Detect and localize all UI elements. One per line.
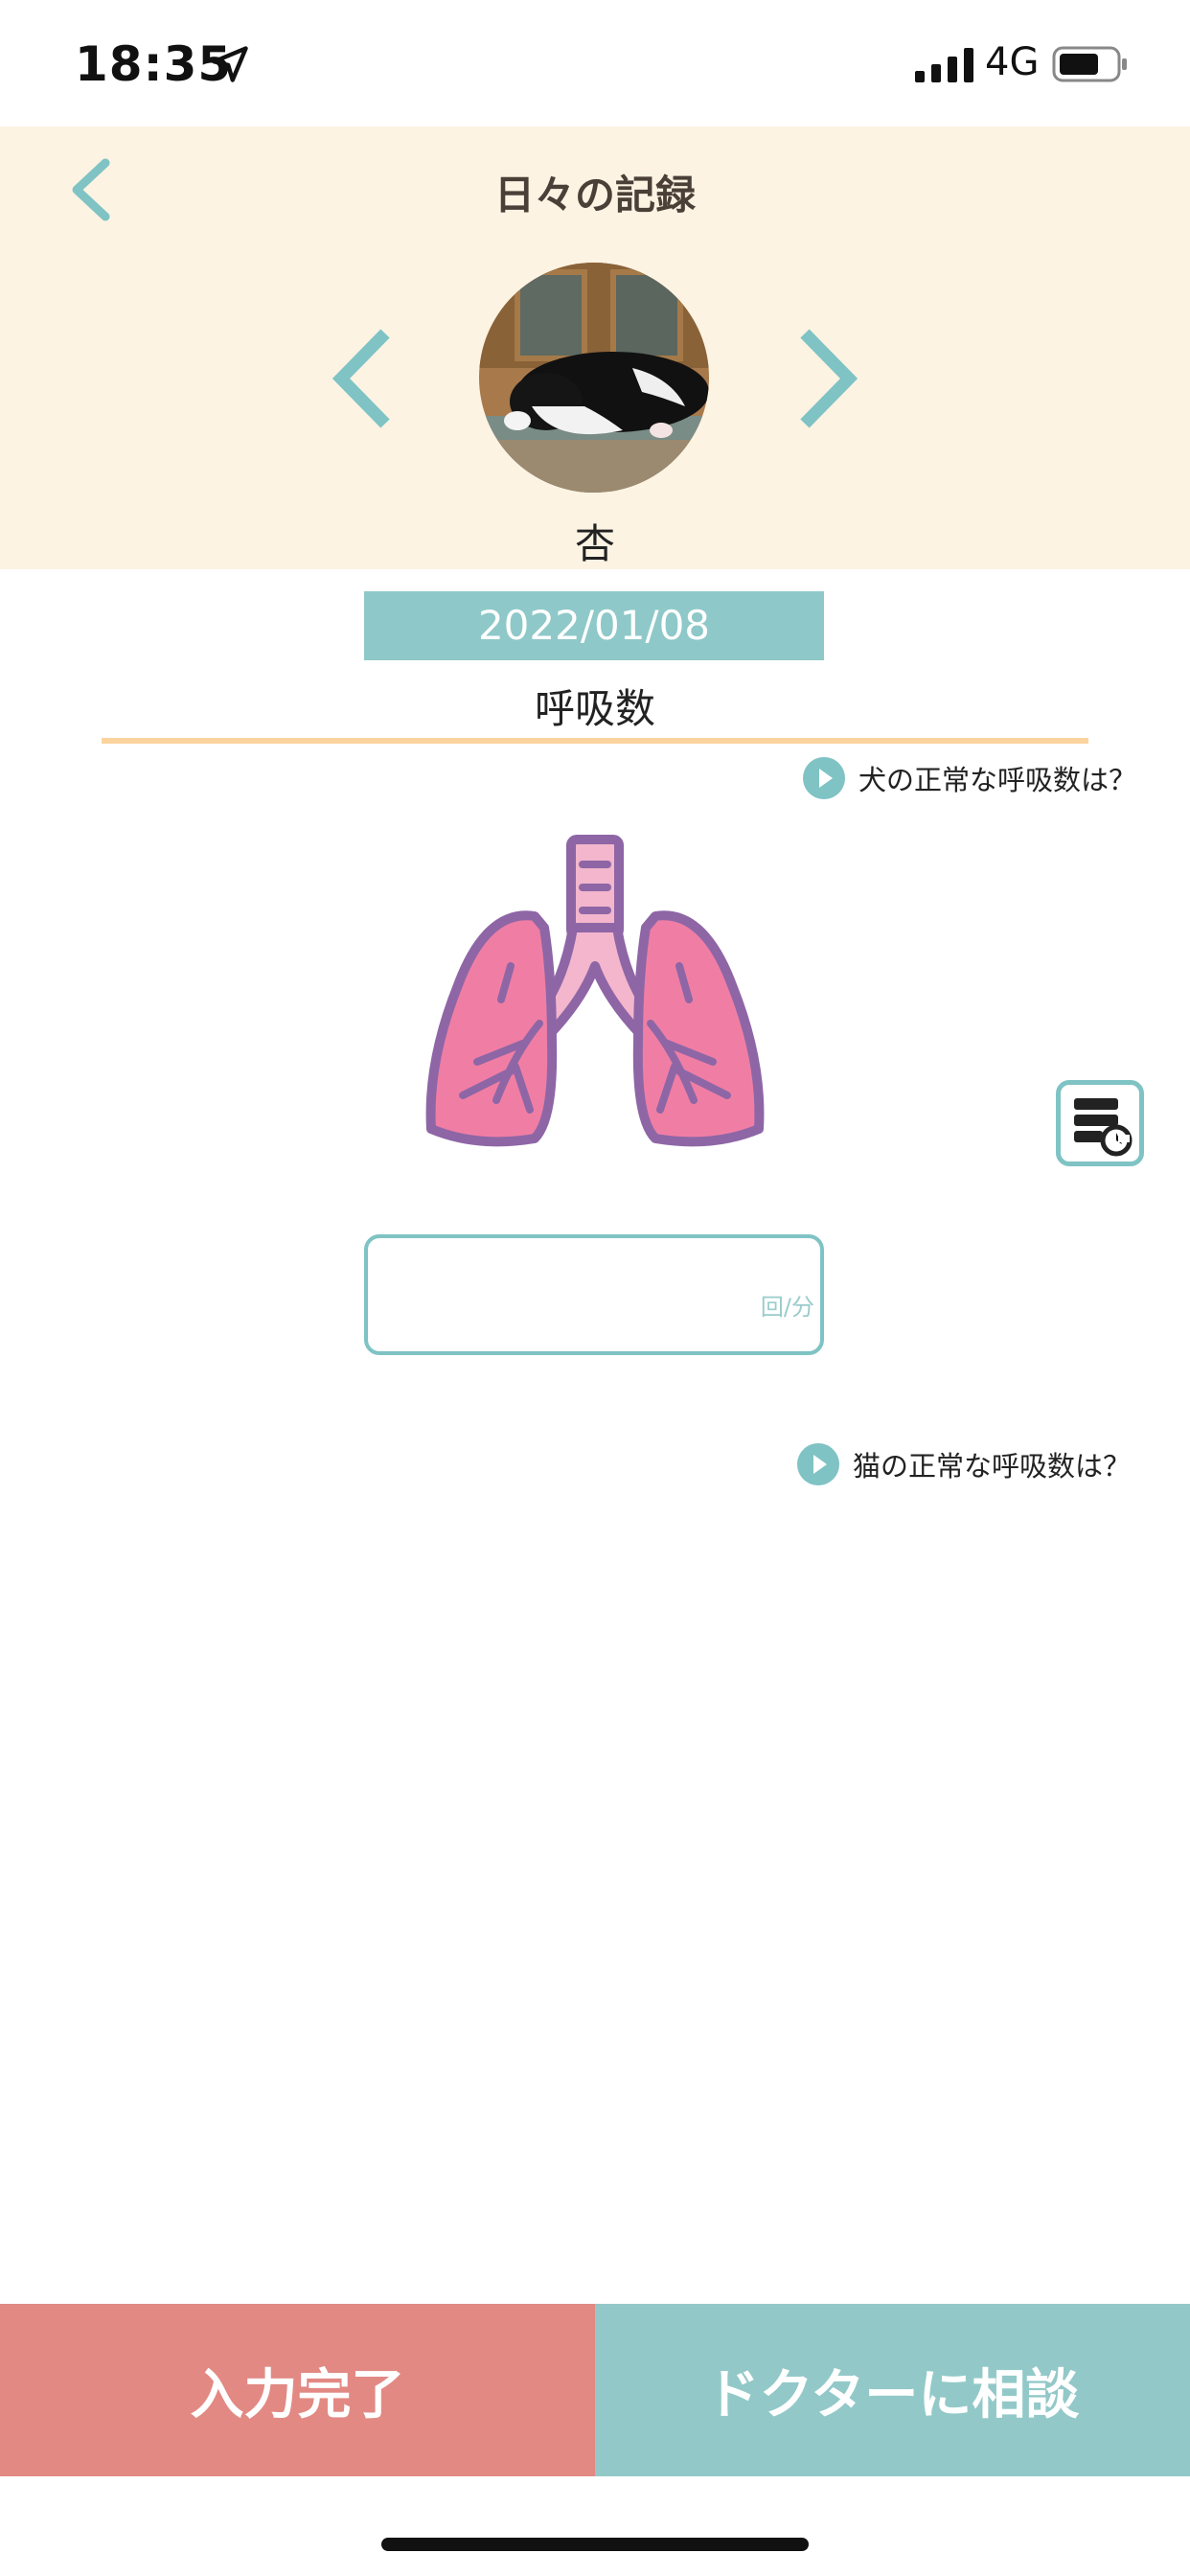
play-icon [803,757,845,799]
cat-normal-rate-label: 猫の正常な呼吸数は？ [853,1450,1132,1483]
battery-icon [1052,46,1127,82]
complete-input-button[interactable]: 入力完了 [0,2304,595,2476]
dog-normal-rate-link[interactable]: 犬の正常な呼吸数は？ [803,757,1136,799]
date-badge[interactable]: 2022/01/08 [364,591,824,660]
history-list-icon [1074,1098,1133,1157]
home-indicator[interactable] [381,2538,809,2551]
respiration-rate-field[interactable] [381,1255,730,1340]
prev-pet-button[interactable] [326,326,402,431]
next-pet-button[interactable] [788,326,864,431]
lungs-icon [425,835,765,1147]
dog-normal-rate-label: 犬の正常な呼吸数は？ [858,764,1137,796]
cat-normal-rate-link[interactable]: 猫の正常な呼吸数は？ [797,1443,1131,1485]
unit-label: 回/分 [760,1294,814,1321]
pet-photo [479,263,709,493]
section-title: 呼吸数 [534,685,655,732]
page-title: 日々の記録 [493,172,696,218]
respiration-rate-input[interactable]: 回/分 [364,1234,824,1355]
network-type: 4G [985,40,1040,84]
pet-name: 杏 [574,520,615,567]
section-underline [102,738,1088,744]
location-arrow-icon [212,46,248,82]
signal-icon [915,48,973,82]
play-icon [797,1443,839,1485]
pet-avatar[interactable] [479,263,709,493]
consult-doctor-button[interactable]: ドクターに相談 [595,2304,1190,2476]
history-button[interactable] [1056,1080,1144,1166]
